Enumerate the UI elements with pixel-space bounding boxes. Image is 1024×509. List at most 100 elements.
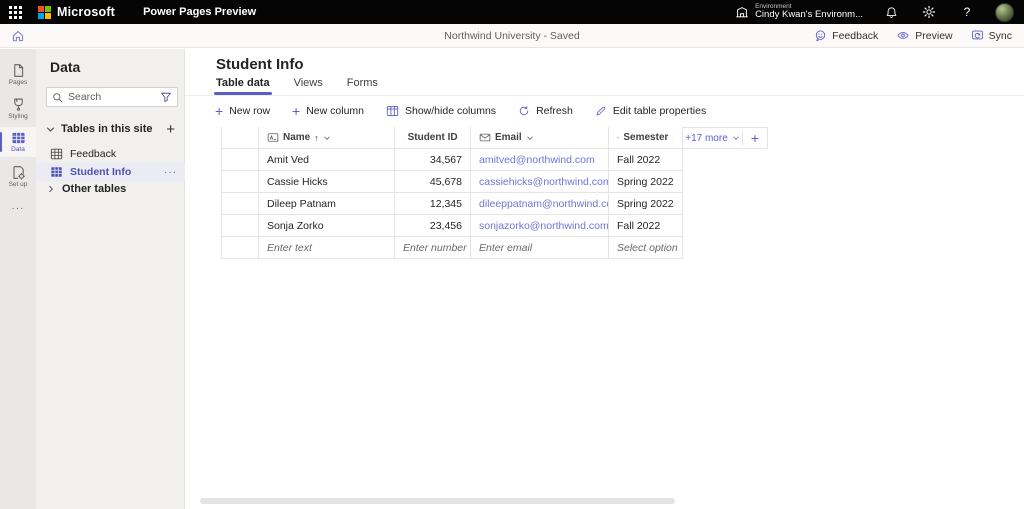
other-tables-section[interactable]: Other tables <box>36 179 185 199</box>
microsoft-logo[interactable] <box>38 5 51 19</box>
help-button[interactable]: ? <box>957 2 977 22</box>
bell-icon <box>886 6 896 18</box>
rail-label-pages: Pages <box>8 78 28 86</box>
tab-divider <box>185 95 1024 96</box>
chevron-down-icon <box>526 136 533 140</box>
new-cell-name[interactable]: Enter text <box>259 237 395 258</box>
row-selector[interactable] <box>222 193 259 214</box>
column-header-semester[interactable]: Semester <box>609 127 683 148</box>
notifications-button[interactable] <box>881 2 901 22</box>
new-row-button[interactable]: + New row <box>215 104 270 118</box>
cell-email-link[interactable]: dileeppatnam@northwind.com <box>471 193 609 214</box>
rail-item-setup[interactable]: Set up <box>0 161 36 191</box>
settings-button[interactable] <box>919 2 939 22</box>
more-columns-button[interactable]: +17 more <box>683 128 742 148</box>
cell-student-id[interactable]: 12,345 <box>395 193 471 214</box>
table-row: Amit Ved 34,567 amitved@northwind.com Fa… <box>222 149 683 171</box>
column-header-name[interactable]: Name ↑ <box>259 127 395 148</box>
row-selector[interactable] <box>222 215 259 236</box>
navigation-rail: Pages Styling Data Set up ··· <box>0 49 36 509</box>
rail-label-data: Data <box>11 146 25 153</box>
column-header-student-id[interactable]: Student ID <box>395 127 471 148</box>
column-header-email[interactable]: Email <box>471 127 609 148</box>
cell-semester[interactable]: Spring 2022 <box>609 171 683 192</box>
app-launcher-icon[interactable] <box>0 0 30 24</box>
refresh-button[interactable]: Refresh <box>518 105 573 117</box>
choice-list-icon <box>617 136 620 139</box>
styling-icon <box>13 98 23 111</box>
data-icon <box>11 132 25 144</box>
cell-student-id[interactable]: 34,567 <box>395 149 471 170</box>
preview-button[interactable]: Preview <box>896 29 953 42</box>
environment-icon <box>736 7 748 18</box>
edit-table-properties-button[interactable]: Edit table properties <box>595 105 706 117</box>
row-selector[interactable] <box>222 171 259 192</box>
hidden-columns-group: +17 more + <box>682 127 768 149</box>
email-icon <box>479 133 491 142</box>
table-filled-icon <box>51 167 62 177</box>
table-row: Cassie Hicks 45,678 cassiehicks@northwin… <box>222 171 683 193</box>
new-column-button[interactable]: + New column <box>292 104 364 118</box>
tab-forms[interactable]: Forms <box>347 77 378 95</box>
user-avatar[interactable] <box>995 2 1014 22</box>
table-item-feedback[interactable]: Feedback <box>36 145 185 163</box>
environment-name: Cindy Kwan's Environm... <box>755 9 863 21</box>
cell-semester[interactable]: Fall 2022 <box>609 149 683 170</box>
cell-name[interactable]: Amit Ved <box>259 149 395 170</box>
new-row-entry: Enter text Enter number Enter email Sele… <box>222 237 683 259</box>
feedback-smiley-icon <box>816 30 826 42</box>
search-input[interactable] <box>68 91 155 103</box>
new-cell-email[interactable]: Enter email <box>471 237 609 258</box>
other-tables-label: Other tables <box>62 183 127 195</box>
cell-email-link[interactable]: sonjazorko@northwind.com <box>471 215 609 236</box>
cell-semester[interactable]: Fall 2022 <box>609 215 683 236</box>
chevron-down-icon <box>733 136 739 140</box>
rail-more-button[interactable]: ··· <box>0 203 36 214</box>
filter-icon[interactable] <box>160 91 172 103</box>
tab-bar: Table data Views Forms <box>214 77 378 95</box>
search-box <box>46 87 178 107</box>
pages-icon <box>13 63 23 77</box>
table-item-label: Student Info <box>70 166 132 178</box>
add-table-button[interactable]: + <box>166 122 175 137</box>
new-cell-student-id[interactable]: Enter number <box>395 237 471 258</box>
tables-section-header[interactable]: Tables in this site + <box>36 119 185 139</box>
cell-name[interactable]: Cassie Hicks <box>259 171 395 192</box>
tab-views[interactable]: Views <box>294 77 323 95</box>
new-column-label: New column <box>306 105 364 117</box>
cell-name[interactable]: Dileep Patnam <box>259 193 395 214</box>
show-hide-columns-button[interactable]: Show/hide columns <box>386 105 496 117</box>
help-question-mark: ? <box>963 5 971 19</box>
cell-email-link[interactable]: cassiehicks@northwind.com <box>471 171 609 192</box>
waffle-grid-icon <box>8 5 22 19</box>
page-title: Student Info <box>216 56 304 73</box>
gear-icon <box>922 5 936 19</box>
data-grid: Name ↑ Student ID Email Semester Amit Ve… <box>221 127 683 259</box>
sync-icon <box>971 30 983 40</box>
rail-item-data[interactable]: Data <box>0 127 36 157</box>
sync-button[interactable]: Sync <box>971 29 1012 42</box>
table-item-more-button[interactable]: ··· <box>164 167 177 178</box>
rail-item-styling[interactable]: Styling <box>0 93 36 123</box>
row-selector[interactable] <box>222 149 259 170</box>
cell-student-id[interactable]: 23,456 <box>395 215 471 236</box>
rail-label-setup: Set up <box>8 180 28 188</box>
row-selector[interactable] <box>222 237 259 258</box>
add-column-button[interactable]: + <box>743 128 767 148</box>
feedback-button[interactable]: Feedback <box>814 29 878 42</box>
cell-name[interactable]: Sonja Zorko <box>259 215 395 236</box>
sync-label: Sync <box>988 29 1012 42</box>
panel-title: Data <box>50 59 81 75</box>
cell-student-id[interactable]: 45,678 <box>395 171 471 192</box>
horizontal-scrollbar[interactable] <box>200 498 675 504</box>
environment-picker[interactable]: Environment Cindy Kwan's Environm... <box>735 3 863 21</box>
row-selector-header[interactable] <box>222 127 259 148</box>
new-cell-semester[interactable]: Select option <box>609 237 683 258</box>
sort-ascending-icon: ↑ <box>314 132 319 143</box>
number-field-icon <box>403 137 404 138</box>
cell-email-link[interactable]: amitved@northwind.com <box>471 149 609 170</box>
cell-semester[interactable]: Spring 2022 <box>609 193 683 214</box>
search-icon <box>53 92 63 102</box>
rail-item-pages[interactable]: Pages <box>0 59 36 89</box>
tab-table-data[interactable]: Table data <box>214 77 272 95</box>
